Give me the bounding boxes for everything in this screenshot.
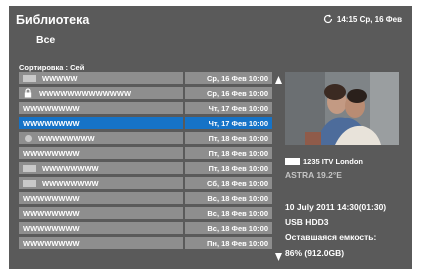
recording-name-cell: WWWWW bbox=[19, 72, 183, 84]
recording-name: WWWWWWWW bbox=[23, 208, 80, 218]
recording-name-cell: WWWWWWWW bbox=[19, 117, 183, 129]
satellite-info: ASTRA 19.2°E bbox=[285, 170, 342, 180]
tv-icon bbox=[285, 158, 300, 165]
recording-name-cell: WWWWWWWW bbox=[19, 102, 183, 114]
recording-name: WWWWWWWW bbox=[23, 238, 80, 248]
recording-name: WWWWWWWW bbox=[23, 223, 80, 233]
recording-name-cell: WWWWWWWW bbox=[19, 162, 183, 174]
scroll-down-icon[interactable] bbox=[275, 253, 282, 261]
recording-row[interactable]: WWWWWWWW Пт, 18 Фев 10:00 bbox=[19, 147, 272, 159]
recording-row[interactable]: WWWWWWWW Вс, 18 Фев 10:00 bbox=[19, 207, 272, 219]
clock-text: 14:15 Ср, 16 Фев bbox=[336, 14, 402, 24]
recording-date: Пт, 18 Фев 10:00 bbox=[185, 147, 272, 159]
recording-date: Сб, 18 Фев 10:00 bbox=[185, 177, 272, 189]
channel-name: 1235 ITV London bbox=[303, 157, 364, 166]
dot-icon bbox=[25, 134, 32, 142]
recording-name: WWWWWWWW bbox=[23, 118, 80, 128]
recording-row[interactable]: WWWWWWWW Пн, 18 Фев 10:00 bbox=[19, 237, 272, 249]
recording-row[interactable]: WWWWWWWW Вс, 18 Фев 10:00 bbox=[19, 222, 272, 234]
recording-name: WWWWWWWW bbox=[23, 148, 80, 158]
recording-date: Пн, 18 Фев 10:00 bbox=[185, 237, 272, 249]
recording-name-cell: WWWWWWWW bbox=[19, 192, 183, 204]
recording-name: WWWWWWWW bbox=[23, 193, 80, 203]
refresh-icon bbox=[323, 14, 332, 24]
recording-name-cell: WWWWWWWW bbox=[19, 222, 183, 234]
recording-row[interactable]: WWWWWWWWWWWWW Ср, 16 Фев 10:00 bbox=[19, 87, 272, 99]
recording-name: WWWWWWWW bbox=[23, 103, 80, 113]
folder-icon bbox=[23, 164, 36, 172]
recording-date: Вс, 18 Фев 10:00 bbox=[185, 222, 272, 234]
recording-row[interactable]: WWWWWWWW Вс, 18 Фев 10:00 bbox=[19, 192, 272, 204]
folder-icon bbox=[23, 179, 36, 187]
storage-device: USB HDD3 bbox=[285, 217, 329, 227]
recording-name-cell: WWWWWWWW bbox=[19, 207, 183, 219]
capacity-label: Оставшаяся емкость: bbox=[285, 232, 377, 242]
preview-thumbnail bbox=[285, 72, 399, 145]
capacity-value: 86% (912.0GB) bbox=[285, 248, 345, 258]
preview-image bbox=[285, 72, 399, 145]
sort-label[interactable]: Сортировка : Сей bbox=[19, 63, 84, 72]
recording-date: Пт, 18 Фев 10:00 bbox=[185, 132, 272, 144]
library-screen: Библиотека Все 14:15 Ср, 16 Фев Сортиров… bbox=[9, 6, 412, 269]
recording-row[interactable]: WWWWW Ср, 16 Фев 10:00 bbox=[19, 72, 272, 84]
recording-date: Вс, 18 Фев 10:00 bbox=[185, 207, 272, 219]
recording-date: Чт, 17 Фев 10:00 bbox=[185, 117, 272, 129]
recording-name: WWWWWWWW bbox=[38, 133, 95, 143]
recording-row[interactable]: WWWWWWWW Чт, 17 Фев 10:00 bbox=[19, 102, 272, 114]
recording-name-cell: WWWWWWWW bbox=[19, 147, 183, 159]
page-title: Библиотека bbox=[16, 13, 90, 27]
lock-icon bbox=[24, 88, 32, 98]
clock: 14:15 Ср, 16 Фев bbox=[323, 14, 402, 24]
recording-row[interactable]: WWWWWWWW Чт, 17 Фев 10:00 bbox=[19, 117, 272, 129]
recording-row[interactable]: WWWWWWWW Пт, 18 Фев 10:00 bbox=[19, 162, 272, 174]
recording-name-cell: WWWWWWWW bbox=[19, 237, 183, 249]
recording-row[interactable]: WWWWWWWW Сб, 18 Фев 10:00 bbox=[19, 177, 272, 189]
recording-datetime: 10 July 2011 14:30(01:30) bbox=[285, 202, 387, 212]
recording-name-cell: WWWWWWWWWWWWW bbox=[19, 87, 183, 99]
recording-name: WWWWWWWW bbox=[42, 163, 99, 173]
recording-date: Ср, 16 Фев 10:00 bbox=[185, 72, 272, 84]
recording-name: WWWWW bbox=[42, 73, 78, 83]
recording-date: Чт, 17 Фев 10:00 bbox=[185, 102, 272, 114]
recording-name: WWWWWWWW bbox=[42, 178, 99, 188]
recording-row[interactable]: WWWWWWWW Пт, 18 Фев 10:00 bbox=[19, 132, 272, 144]
folder-icon bbox=[23, 74, 36, 82]
recording-date: Вс, 18 Фев 10:00 bbox=[185, 192, 272, 204]
recording-name-cell: WWWWWWWW bbox=[19, 177, 183, 189]
recording-date: Ср, 16 Фев 10:00 bbox=[185, 87, 272, 99]
filter-label[interactable]: Все bbox=[36, 34, 55, 46]
recording-name: WWWWWWWWWWWWW bbox=[39, 88, 132, 98]
channel-info: 1235 ITV London bbox=[285, 157, 363, 166]
recording-name-cell: WWWWWWWW bbox=[19, 132, 183, 144]
scroll-up-icon[interactable] bbox=[275, 76, 282, 84]
recording-date: Пт, 18 Фев 10:00 bbox=[185, 162, 272, 174]
